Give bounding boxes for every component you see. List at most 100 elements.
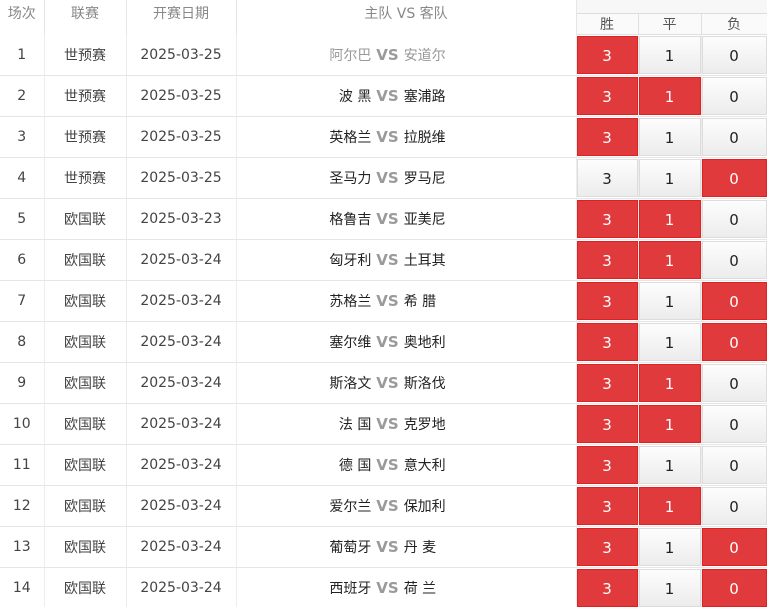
- odds-draw-button[interactable]: 1: [638, 487, 701, 525]
- away-team: 塞浦路: [403, 89, 446, 105]
- table-row: 6 欧国联 2025-03-24 匈牙利 VS 土耳其 3 1 0: [0, 239, 767, 281]
- odds-draw-button[interactable]: 1: [638, 282, 701, 320]
- row-league: 欧国联: [44, 280, 127, 322]
- row-date: 2025-03-25: [126, 116, 237, 158]
- home-team: 德 国: [338, 458, 372, 474]
- table-row: 9 欧国联 2025-03-24 斯洛文 VS 斯洛伐 3 1 0: [0, 362, 767, 404]
- row-date: 2025-03-24: [126, 362, 237, 404]
- away-team: 拉脱维: [403, 130, 446, 146]
- home-team: 阿尔巴: [329, 47, 372, 64]
- odds-cell-draw: 1: [638, 526, 702, 568]
- row-index: 13: [0, 526, 45, 568]
- odds-loss-button[interactable]: 0: [701, 241, 767, 279]
- odds-cell-loss: 0: [701, 75, 767, 117]
- home-team: 英格兰: [329, 130, 372, 146]
- vs-label: VS: [376, 251, 399, 269]
- odds-loss-button[interactable]: 0: [701, 528, 767, 566]
- odds-win-button[interactable]: 3: [576, 241, 638, 279]
- odds-loss-button[interactable]: 0: [701, 569, 767, 607]
- row-match: 波 黑 VS 塞浦路: [236, 75, 577, 117]
- row-date: 2025-03-24: [126, 239, 237, 281]
- odds-cell-win: 3: [576, 526, 639, 568]
- odds-loss-button[interactable]: 0: [701, 36, 767, 74]
- row-match: 格鲁吉 VS 亚美尼: [236, 198, 577, 240]
- odds-draw-button[interactable]: 1: [638, 446, 701, 484]
- odds-loss-button[interactable]: 0: [701, 323, 767, 361]
- vs-label: VS: [376, 210, 399, 228]
- odds-win-button[interactable]: 3: [576, 405, 638, 443]
- odds-win-button[interactable]: 3: [576, 36, 638, 74]
- home-team: 格鲁吉: [329, 212, 372, 228]
- away-team: 保加利: [403, 499, 446, 515]
- odds-cell-loss: 0: [701, 444, 767, 486]
- odds-cell-draw: 1: [638, 403, 702, 445]
- odds-win-button[interactable]: 3: [576, 77, 638, 115]
- odds-draw-button[interactable]: 1: [638, 405, 701, 443]
- odds-loss-button[interactable]: 0: [701, 159, 767, 197]
- odds-draw-button[interactable]: 1: [638, 364, 701, 402]
- header-match: 主队 VS 客队: [236, 0, 577, 35]
- odds-cell-win: 3: [576, 321, 639, 363]
- odds-win-button[interactable]: 3: [576, 364, 638, 402]
- header-date: 开赛日期: [126, 0, 237, 35]
- odds-loss-button[interactable]: 0: [701, 118, 767, 156]
- row-match: 西班牙 VS 荷 兰: [236, 567, 577, 607]
- row-league: 欧国联: [44, 362, 127, 404]
- row-league: 欧国联: [44, 198, 127, 240]
- row-match: 塞尔维 VS 奥地利: [236, 321, 577, 363]
- row-league: 世预赛: [44, 34, 127, 76]
- odds-cell-draw: 1: [638, 198, 702, 240]
- home-team: 斯洛文: [329, 376, 372, 392]
- row-match: 英格兰 VS 拉脱维: [236, 116, 577, 158]
- away-team: 斯洛伐: [403, 376, 446, 392]
- lottery-match-table-panel: 场次 联赛 开赛日期 主队 VS 客队 胜 平 负 1 世预赛 2025-03-25…: [0, 0, 767, 607]
- odds-draw-button[interactable]: 1: [638, 241, 701, 279]
- odds-draw-button[interactable]: 1: [638, 323, 701, 361]
- odds-win-button[interactable]: 3: [576, 323, 638, 361]
- row-date: 2025-03-25: [126, 34, 237, 76]
- row-league: 世预赛: [44, 116, 127, 158]
- odds-win-button[interactable]: 3: [576, 487, 638, 525]
- row-index: 3: [0, 116, 45, 158]
- header-odds-group: [575, 0, 767, 14]
- odds-loss-button[interactable]: 0: [701, 405, 767, 443]
- odds-win-button[interactable]: 3: [576, 569, 638, 607]
- odds-win-button[interactable]: 3: [576, 118, 638, 156]
- row-match: 匈牙利 VS 土耳其: [236, 239, 577, 281]
- row-match: 斯洛文 VS 斯洛伐: [236, 362, 577, 404]
- odds-cell-draw: 1: [638, 444, 702, 486]
- odds-draw-button[interactable]: 1: [638, 118, 701, 156]
- odds-loss-button[interactable]: 0: [701, 364, 767, 402]
- odds-win-button[interactable]: 3: [576, 282, 638, 320]
- odds-cell-draw: 1: [638, 485, 702, 527]
- odds-loss-button[interactable]: 0: [701, 282, 767, 320]
- odds-loss-button[interactable]: 0: [701, 487, 767, 525]
- odds-loss-button[interactable]: 0: [701, 200, 767, 238]
- odds-cell-loss: 0: [701, 567, 767, 607]
- odds-draw-button[interactable]: 1: [638, 159, 701, 197]
- home-team: 波 黑: [338, 89, 372, 105]
- vs-label: VS: [376, 292, 399, 310]
- row-date: 2025-03-24: [126, 444, 237, 486]
- odds-draw-button[interactable]: 1: [638, 36, 701, 74]
- away-team: 亚美尼: [403, 212, 446, 228]
- odds-cell-loss: 0: [701, 239, 767, 281]
- odds-win-button[interactable]: 3: [576, 528, 638, 566]
- odds-draw-button[interactable]: 1: [638, 77, 701, 115]
- odds-win-button[interactable]: 3: [576, 200, 638, 238]
- odds-win-button[interactable]: 3: [576, 159, 638, 197]
- odds-win-button[interactable]: 3: [576, 446, 638, 484]
- odds-draw-button[interactable]: 1: [638, 569, 701, 607]
- table-row: 11 欧国联 2025-03-24 德 国 VS 意大利 3 1 0: [0, 444, 767, 486]
- odds-cell-win: 3: [576, 403, 639, 445]
- odds-draw-button[interactable]: 1: [638, 528, 701, 566]
- odds-loss-button[interactable]: 0: [701, 77, 767, 115]
- row-league: 欧国联: [44, 567, 127, 607]
- vs-label: VS: [376, 415, 399, 433]
- odds-draw-button[interactable]: 1: [638, 200, 701, 238]
- odds-cell-win: 3: [576, 362, 639, 404]
- odds-loss-button[interactable]: 0: [701, 446, 767, 484]
- odds-cell-loss: 0: [701, 157, 767, 199]
- odds-cell-win: 3: [576, 75, 639, 117]
- row-match: 爱尔兰 VS 保加利: [236, 485, 577, 527]
